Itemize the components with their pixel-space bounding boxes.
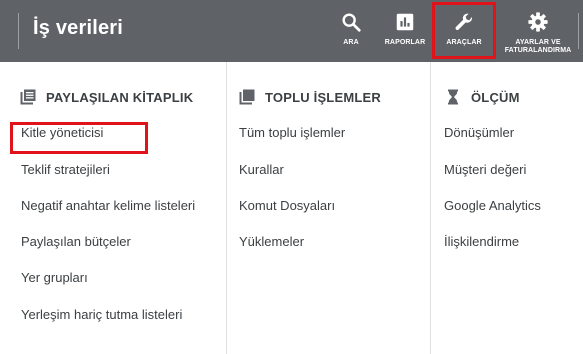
- header-divider: [578, 13, 579, 49]
- nav-reports-label: RAPORLAR: [384, 39, 426, 46]
- page-title: İş verileri: [33, 17, 124, 39]
- tools-highlight-box: [432, 2, 496, 59]
- nav-settings-billing-label: AYARLAR VE FATURALANDIRMA: [498, 39, 578, 55]
- gear-icon: [528, 12, 548, 32]
- column-heading-label: PAYLAŞILAN KİTAPLIK: [46, 89, 194, 105]
- menu-item-all-bulk-actions[interactable]: Tüm toplu işlemler: [239, 125, 345, 140]
- menu-item-placement-exclusion-lists[interactable]: Yerleşim hariç tutma listeleri: [21, 307, 182, 322]
- library-icon: [20, 89, 36, 105]
- menu-item-negative-keyword-lists[interactable]: Negatif anahtar kelime listeleri: [21, 198, 195, 213]
- menu-item-customer-value[interactable]: Müşteri değeri: [444, 162, 526, 177]
- menu-item-location-groups[interactable]: Yer grupları: [21, 270, 88, 285]
- hourglass-icon: [448, 89, 458, 105]
- menu-item-shared-budgets[interactable]: Paylaşılan bütçeler: [21, 234, 131, 249]
- reports-icon: [396, 13, 414, 31]
- column-heading-label: ÖLÇÜM: [471, 89, 520, 105]
- audience-manager-highlight-box: [10, 122, 148, 154]
- menu-item-bid-strategies[interactable]: Teklif stratejileri: [21, 162, 110, 177]
- menu-item-attribution[interactable]: İlişkilendirme: [444, 234, 519, 249]
- menu-item-uploads[interactable]: Yüklemeler: [239, 234, 304, 249]
- measurement-heading: ÖLÇÜM: [445, 88, 520, 106]
- bulk-actions-icon: [239, 89, 255, 105]
- bulk-actions-column: TOPLU İŞLEMLER Tüm toplu işlemler Kurall…: [226, 62, 430, 354]
- menu-item-rules[interactable]: Kurallar: [239, 162, 284, 177]
- search-icon: [342, 13, 361, 32]
- header-divider: [18, 13, 19, 49]
- nav-search-button[interactable]: ARA: [329, 0, 373, 62]
- column-heading-label: TOPLU İŞLEMLER: [265, 89, 381, 105]
- bulk-actions-heading: TOPLU İŞLEMLER: [239, 88, 381, 106]
- nav-reports-button[interactable]: RAPORLAR: [381, 0, 429, 62]
- nav-search-label: ARA: [343, 39, 359, 46]
- shared-library-heading: PAYLAŞILAN KİTAPLIK: [20, 88, 193, 106]
- menu-item-conversions[interactable]: Dönüşümler: [444, 125, 514, 140]
- menu-item-scripts[interactable]: Komut Dosyaları: [239, 198, 335, 213]
- menu-item-google-analytics[interactable]: Google Analytics: [444, 198, 541, 213]
- shared-library-column: PAYLAŞILAN KİTAPLIK Kitle yöneticisi Tek…: [8, 62, 226, 354]
- measurement-column: ÖLÇÜM Dönüşümler Müşteri değeri Google A…: [430, 62, 583, 354]
- nav-settings-billing-button[interactable]: AYARLAR VE FATURALANDIRMA: [498, 0, 578, 62]
- nav-settings-label-line2: FATURALANDIRMA: [504, 47, 572, 54]
- nav-settings-label-line1: AYARLAR VE: [515, 39, 561, 46]
